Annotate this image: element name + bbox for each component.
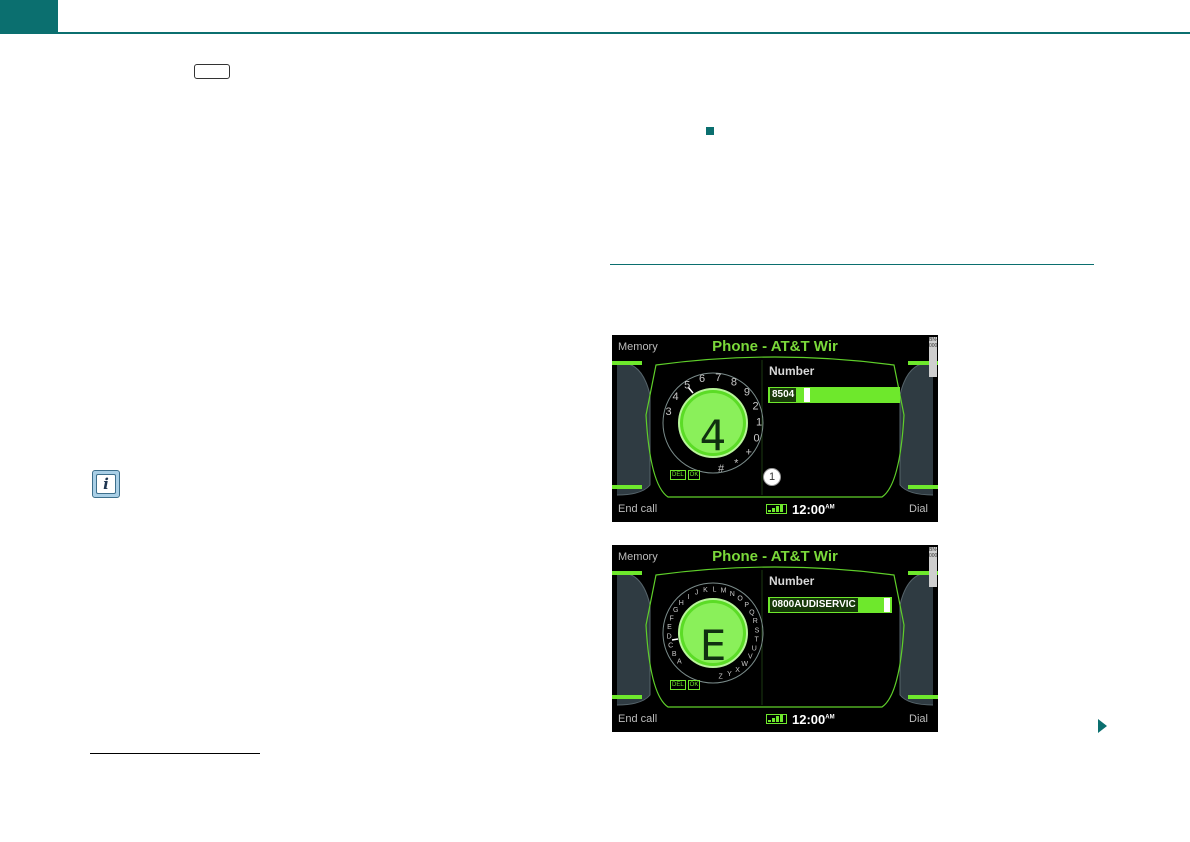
dial-soft-key[interactable]: Dial — [909, 503, 928, 515]
dial-characters[interactable]: ABCDEFGHIJ K L M NOPQRSTUVWXYZ — [612, 545, 938, 732]
dial-character[interactable]: U — [752, 645, 757, 652]
dial-character[interactable]: E — [667, 624, 672, 631]
dial-character[interactable]: B — [672, 651, 677, 658]
dial-character[interactable]: S — [755, 627, 760, 634]
signal-strength-icon — [766, 504, 787, 514]
dial-character[interactable]: 8 — [731, 377, 737, 389]
clock: 12:00AM — [792, 712, 835, 727]
dial-character[interactable]: N — [730, 591, 735, 598]
end-call-soft-key[interactable]: End call — [618, 503, 657, 515]
end-call-soft-key[interactable]: End call — [618, 713, 657, 725]
section-end-square — [706, 127, 714, 135]
key-symbol-box — [194, 64, 230, 79]
next-page-arrow-icon — [1098, 719, 1107, 733]
header-tab — [0, 0, 58, 34]
dial-character[interactable]: P — [744, 602, 749, 609]
speller-button[interactable]: OK — [687, 680, 701, 690]
dial-character[interactable]: + — [745, 447, 751, 459]
dial-character[interactable]: Y — [727, 671, 732, 678]
dial-character[interactable]: C — [668, 643, 673, 650]
footnote-rule — [90, 753, 260, 754]
dial-character[interactable]: H — [679, 600, 684, 607]
signal-strength-icon — [766, 714, 787, 724]
dial-character[interactable]: O — [737, 596, 743, 603]
dial-character[interactable]: Q — [749, 610, 755, 617]
speller-button[interactable]: OK — [687, 470, 701, 480]
dial-character[interactable]: K — [703, 587, 708, 594]
dial-character[interactable]: V — [748, 654, 753, 661]
callout-marker: 1 — [763, 468, 781, 486]
dial-character[interactable]: D — [667, 633, 672, 640]
clock-time: 12:00 — [792, 502, 826, 517]
dial-character[interactable]: R — [753, 618, 758, 625]
dial-character[interactable]: M — [721, 588, 727, 595]
dial-characters[interactable]: 3456 7 892 1 0+ * # — [612, 335, 938, 522]
clock-time: 12:00 — [792, 712, 826, 727]
dial-character[interactable]: A — [677, 659, 682, 666]
dial-character[interactable]: 6 — [699, 373, 705, 385]
speller-button[interactable]: DEL — [670, 470, 686, 480]
dial-character[interactable]: I — [687, 594, 689, 601]
dial-character[interactable]: T — [754, 637, 759, 644]
dial-character[interactable]: 1 — [756, 416, 762, 428]
info-icon: i — [92, 470, 120, 498]
dial-character[interactable]: J — [695, 590, 699, 597]
dial-character[interactable]: 9 — [744, 387, 750, 399]
clock-suffix: AM — [825, 714, 835, 721]
phone-screen-numeric: Memory Phone - AT&T Wir BN-0000 Number 8… — [612, 335, 938, 522]
header-rule — [58, 32, 1190, 34]
dial-character[interactable]: * — [734, 457, 739, 469]
dial-character[interactable]: F — [670, 615, 674, 622]
clock-suffix: AM — [825, 504, 835, 511]
dial-character[interactable]: 2 — [753, 400, 759, 412]
dial-character[interactable]: 0 — [754, 433, 760, 445]
dial-character[interactable]: X — [735, 667, 740, 674]
dial-character[interactable]: G — [673, 607, 678, 614]
info-icon-glyph: i — [96, 474, 116, 494]
speller-buttons: DEL OK — [670, 470, 701, 480]
phone-screen-alphabetic: Memory Phone - AT&T Wir BN-0000 Number 0… — [612, 545, 938, 732]
speller-button[interactable]: DEL — [670, 680, 686, 690]
dial-character[interactable]: L — [713, 586, 717, 593]
clock: 12:00AM — [792, 502, 835, 517]
speller-buttons: DEL OK — [670, 680, 701, 690]
dial-character[interactable]: # — [718, 463, 725, 475]
dial-character[interactable]: W — [741, 661, 748, 668]
dial-character[interactable]: 4 — [672, 391, 678, 403]
dial-character[interactable]: 3 — [666, 406, 672, 418]
section-divider — [610, 264, 1094, 265]
dial-character[interactable]: 7 — [715, 372, 721, 384]
dial-soft-key[interactable]: Dial — [909, 713, 928, 725]
dial-character[interactable]: Z — [718, 674, 723, 681]
dial-character[interactable]: 5 — [684, 380, 690, 392]
